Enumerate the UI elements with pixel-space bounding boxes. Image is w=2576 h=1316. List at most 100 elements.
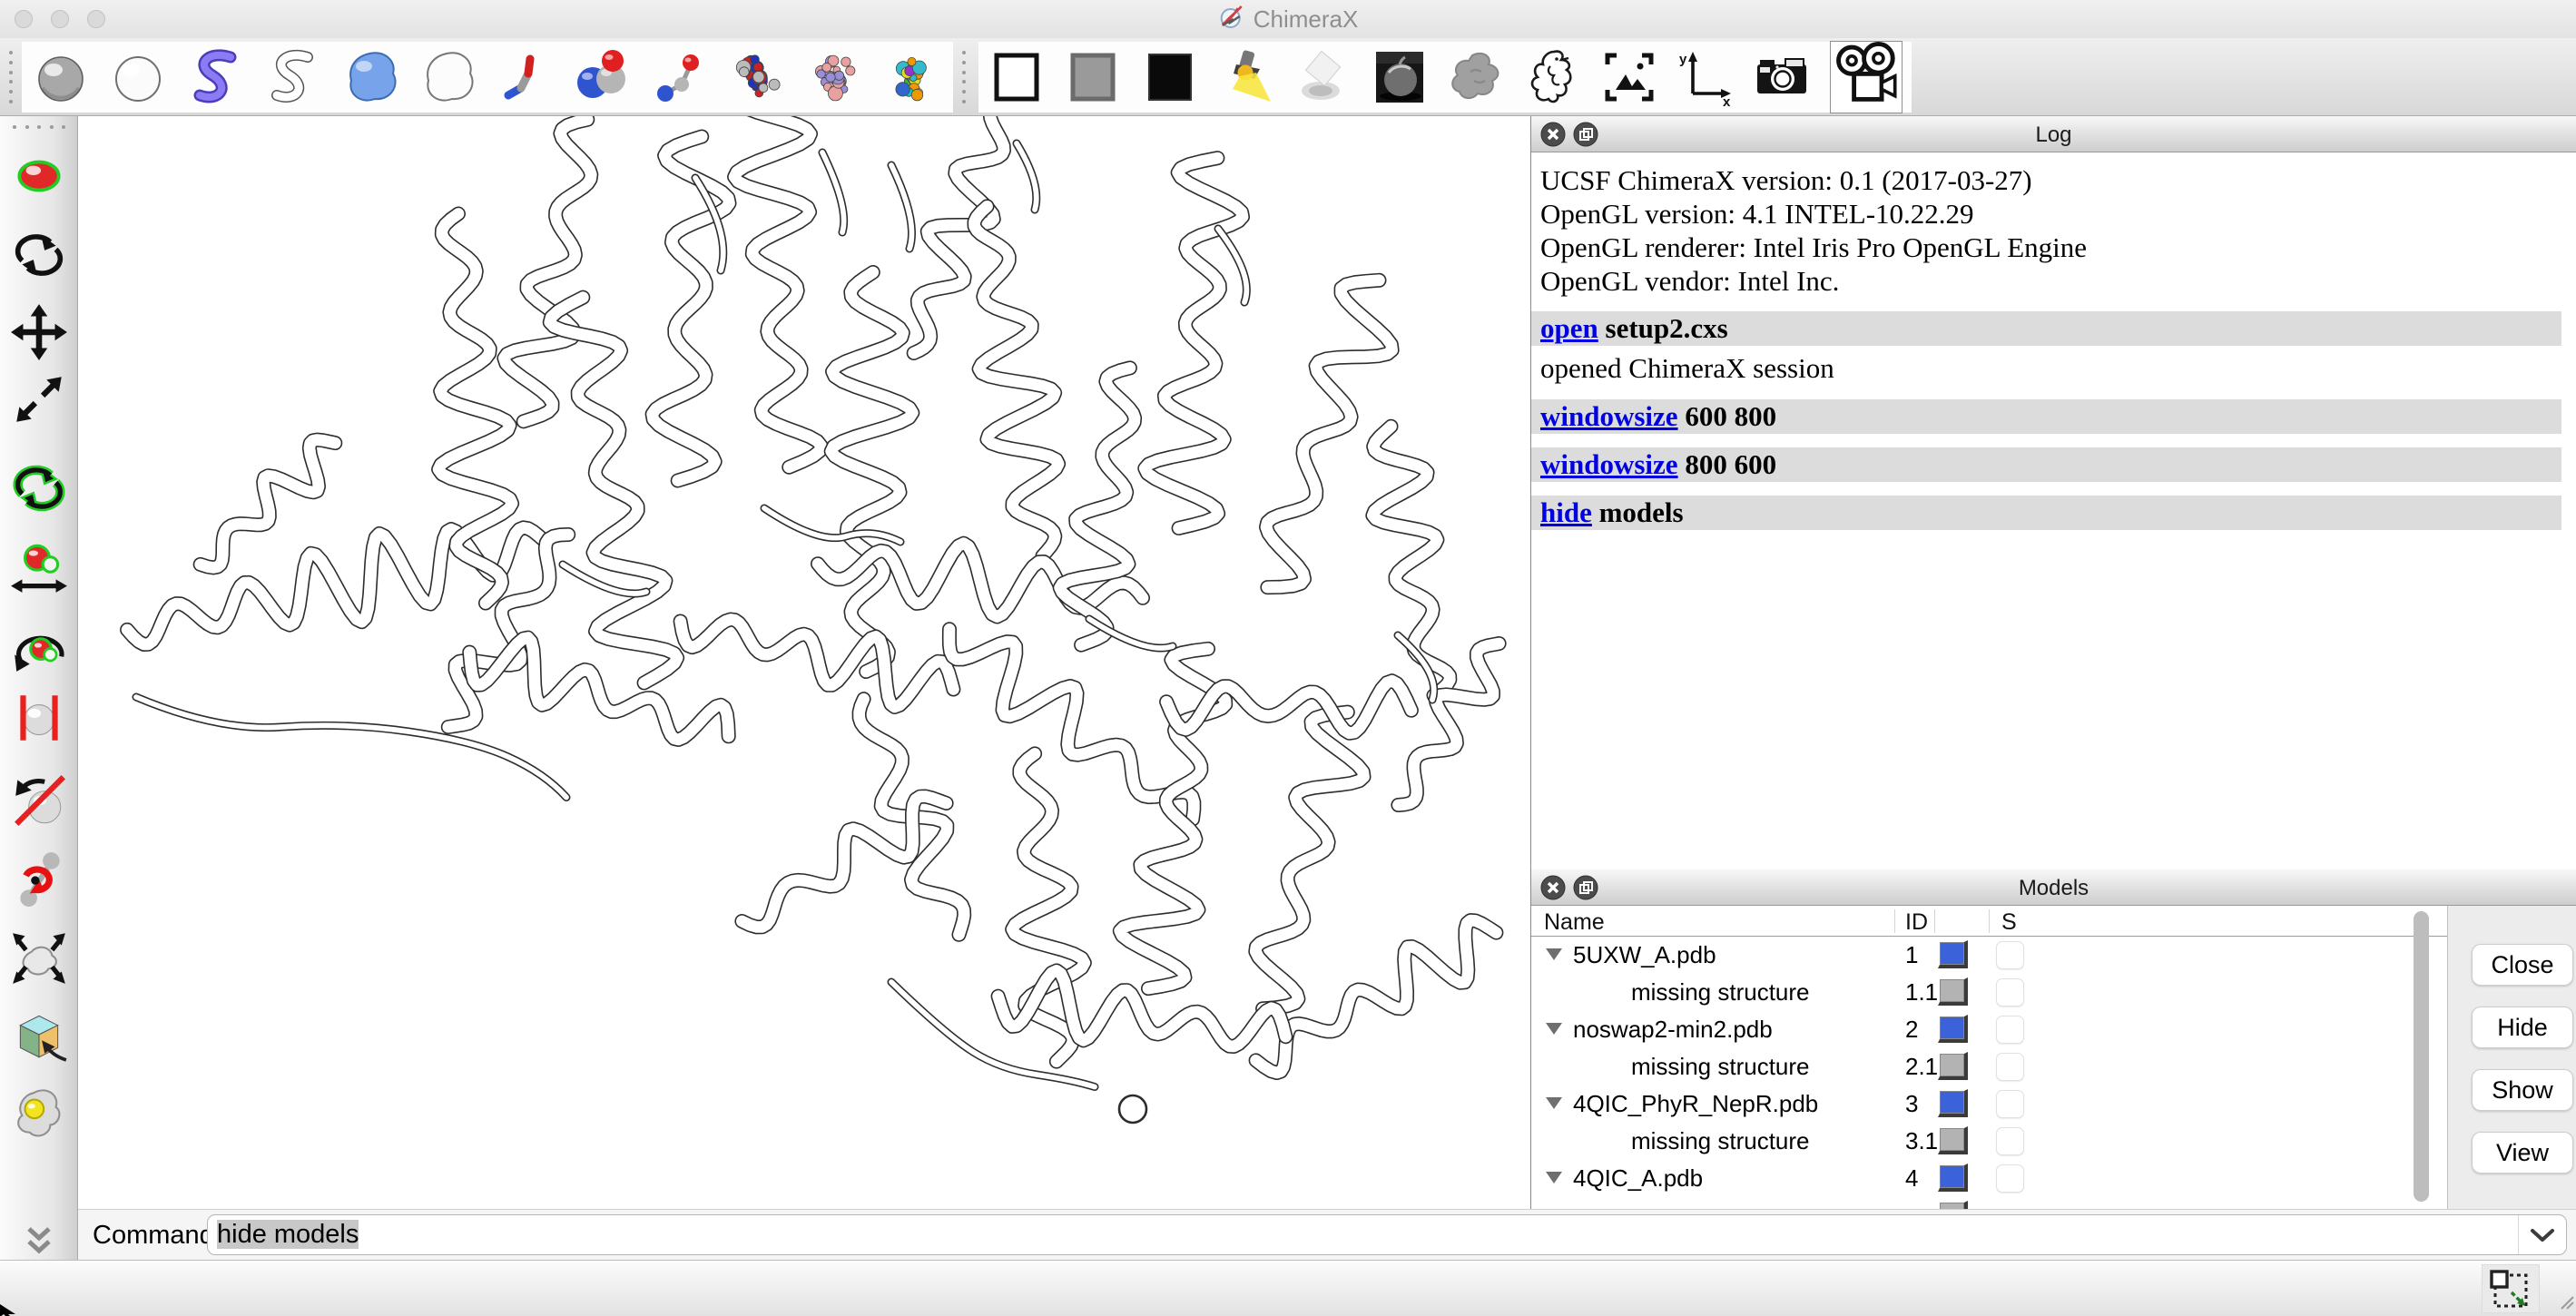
shown-checkbox[interactable]	[1996, 1053, 2024, 1081]
atoms-sphere-outline-icon	[109, 48, 167, 106]
expand-triangle-icon[interactable]	[1546, 948, 1562, 960]
window-minimize-button[interactable]	[51, 10, 69, 28]
ball-and-stick-style-button[interactable]	[653, 48, 711, 106]
model-color-swatch[interactable]	[1938, 940, 1968, 968]
cartoon-ribbon-icon	[187, 48, 245, 106]
atoms-sphere-button[interactable]	[32, 48, 90, 106]
shown-checkbox[interactable]	[1996, 941, 2024, 969]
resize-grip[interactable]	[2558, 1295, 2574, 1314]
spotlight-lighting-button[interactable]	[1217, 48, 1275, 106]
place-marker-mouse-mode-button[interactable]	[9, 1084, 69, 1144]
view-button[interactable]: View	[2472, 1132, 2573, 1174]
column-header-s[interactable]: S	[2001, 909, 2017, 936]
log-command-link[interactable]: windowsize	[1540, 448, 1678, 480]
model-color-swatch[interactable]	[1938, 977, 1968, 1006]
rotate-selected-mouse-mode-button[interactable]	[9, 458, 69, 518]
toolbar-drag-handle[interactable]	[960, 51, 968, 103]
stick-style-button[interactable]	[497, 48, 556, 106]
hide-button[interactable]: Hide	[2472, 1007, 2573, 1048]
resize-mode-button[interactable]	[2482, 1264, 2540, 1313]
select-mouse-mode-button[interactable]	[9, 146, 69, 206]
model-color-swatch[interactable]	[1938, 1089, 1968, 1117]
command-history-dropdown[interactable]	[2518, 1215, 2566, 1254]
model-row[interactable]: missing structure3.1	[1531, 1123, 2447, 1160]
color-by-heteroatom-button[interactable]	[730, 48, 788, 106]
model-color-swatch[interactable]	[1938, 1164, 1968, 1192]
zoom-mouse-mode-button[interactable]	[9, 369, 69, 429]
log-command-link[interactable]: windowsize	[1540, 400, 1678, 432]
command-input-text: hide models	[217, 1220, 359, 1249]
rotate-molecule-mouse-mode-button[interactable]	[9, 615, 69, 675]
close-button[interactable]: Close	[2472, 944, 2573, 986]
column-header-id[interactable]: ID	[1905, 909, 1928, 936]
rotate-selected-mouse-mode-icon	[9, 458, 69, 518]
rotate-clip-mouse-mode-button[interactable]	[9, 770, 69, 830]
shown-checkbox[interactable]	[1996, 1127, 2024, 1155]
color-by-chain-button[interactable]	[808, 48, 866, 106]
model-row[interactable]: missing structure1.1	[1531, 974, 2447, 1011]
bond-rotation-mouse-mode-button[interactable]	[9, 849, 69, 908]
rotate-molecule-mouse-mode-icon	[9, 615, 69, 675]
shown-checkbox[interactable]	[1996, 1016, 2024, 1044]
snapshot-camera-button[interactable]	[1753, 48, 1811, 106]
spacefill-style-button[interactable]	[575, 48, 633, 106]
shadows-button[interactable]	[1447, 48, 1505, 106]
shown-checkbox[interactable]	[1996, 1090, 2024, 1118]
window-close-button[interactable]	[15, 10, 33, 28]
show-button[interactable]: Show	[2472, 1069, 2573, 1111]
command-input[interactable]: hide models	[207, 1214, 2567, 1255]
model-color-swatch[interactable]	[1938, 1201, 1968, 1209]
model-color-swatch[interactable]	[1938, 1052, 1968, 1080]
atoms-sphere-outline-button[interactable]	[109, 48, 167, 106]
models-scrollbar[interactable]	[2414, 911, 2429, 1202]
white-background-icon	[988, 48, 1046, 106]
model-row[interactable]	[1531, 1197, 2447, 1209]
record-movie-button[interactable]	[1830, 41, 1903, 113]
full-lighting-button[interactable]	[1371, 48, 1429, 106]
log-command-link[interactable]: hide	[1540, 496, 1592, 528]
soft-lighting-button[interactable]	[1293, 48, 1352, 106]
silhouettes-button[interactable]	[1523, 48, 1581, 106]
crop-box-mouse-mode-button[interactable]	[9, 1005, 69, 1065]
model-row[interactable]: missing structure2.1	[1531, 1048, 2447, 1085]
log-command-entry: open setup2.cxs	[1531, 311, 2561, 346]
expand-triangle-icon[interactable]	[1546, 1097, 1562, 1109]
translate-mouse-mode-button[interactable]	[9, 302, 69, 362]
mouse-mode-toolbar	[0, 116, 78, 1260]
white-background-button[interactable]	[988, 48, 1046, 106]
model-color-swatch[interactable]	[1938, 1126, 1968, 1154]
model-row[interactable]: 5UXW_A.pdb1	[1531, 937, 2447, 974]
model-color-swatch[interactable]	[1938, 1015, 1968, 1043]
model-row[interactable]: 4QIC_A.pdb4	[1531, 1160, 2447, 1197]
translate-selected-mouse-mode-button[interactable]	[9, 537, 69, 597]
cartoon-ribbon-button[interactable]	[187, 48, 245, 106]
surface-outline-button[interactable]	[419, 48, 477, 106]
column-header-name[interactable]: Name	[1544, 909, 1605, 936]
surface-button[interactable]	[342, 48, 400, 106]
collapse-double-chevron-icon[interactable]	[22, 1225, 56, 1258]
contour-level-mouse-mode-button[interactable]	[9, 928, 69, 987]
log-command-link[interactable]: open	[1540, 312, 1598, 344]
log-text-line: opened ChimeraX session	[1540, 351, 2561, 386]
translate-selected-mouse-mode-icon	[9, 537, 69, 597]
window-zoom-button[interactable]	[87, 10, 105, 28]
model-row[interactable]: noswap2-min2.pdb2	[1531, 1011, 2447, 1048]
model-name: noswap2-min2.pdb	[1573, 1016, 1773, 1044]
shown-checkbox[interactable]	[1996, 1164, 2024, 1193]
expand-triangle-icon[interactable]	[1546, 1172, 1562, 1183]
expand-triangle-icon[interactable]	[1546, 1023, 1562, 1035]
toolbar-drag-handle[interactable]	[13, 125, 65, 129]
cartoon-ribbon-outline-button[interactable]	[264, 48, 322, 106]
graphics-viewport[interactable]	[78, 116, 1530, 1209]
color-rainbow-button[interactable]	[885, 48, 943, 106]
model-row[interactable]: 4QIC_PhyR_NepR.pdb3	[1531, 1085, 2447, 1123]
clip-mouse-mode-button[interactable]	[9, 688, 69, 748]
model-name: 4QIC_A.pdb	[1573, 1164, 1703, 1193]
gray-background-button[interactable]	[1064, 48, 1122, 106]
toolbar-drag-handle[interactable]	[7, 51, 15, 103]
rotate-mouse-mode-button[interactable]	[9, 225, 69, 285]
orient-axes-button[interactable]: yx	[1676, 48, 1735, 106]
black-background-button[interactable]	[1141, 48, 1199, 106]
shown-checkbox[interactable]	[1996, 978, 2024, 1007]
view-all-button[interactable]	[1600, 48, 1658, 106]
